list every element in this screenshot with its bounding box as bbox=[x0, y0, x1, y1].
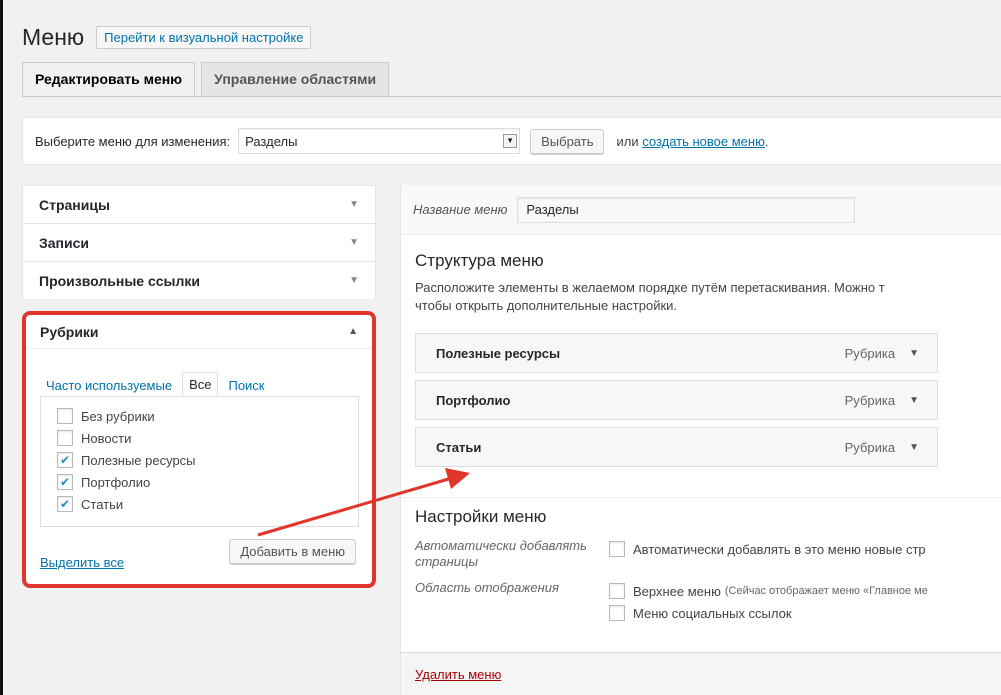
menu-name-label: Название меню bbox=[413, 202, 508, 217]
delete-menu-link[interactable]: Удалить меню bbox=[415, 667, 501, 682]
checkbox[interactable] bbox=[57, 430, 73, 446]
title-row: Меню Перейти к визуальной настройке bbox=[22, 24, 312, 51]
create-menu-link[interactable]: создать новое меню bbox=[642, 134, 765, 149]
menu-name-row: Название меню Разделы bbox=[401, 185, 1001, 235]
chevron-up-icon: ▲ bbox=[348, 326, 358, 337]
tab-search[interactable]: Поиск bbox=[222, 374, 270, 397]
checkbox-checked[interactable]: ✔ bbox=[57, 474, 73, 490]
display-location-label: Область отображения bbox=[415, 580, 559, 595]
menu-select-bar: Выберите меню для изменения: Разделы ▼ В… bbox=[22, 117, 1001, 165]
or-text: или создать новое меню. bbox=[616, 133, 769, 149]
structure-description: Расположите элементы в желаемом порядке … bbox=[415, 280, 885, 313]
list-item[interactable]: Новости bbox=[57, 427, 342, 449]
chevron-down-icon[interactable]: ▼ bbox=[909, 442, 919, 453]
categories-panel: Рубрики ▲ Часто используемые Все Поиск Б… bbox=[22, 311, 376, 588]
accordion-pages[interactable]: Страницы ▼ bbox=[22, 185, 376, 223]
tab-edit-menu[interactable]: Редактировать меню bbox=[22, 62, 196, 97]
list-item[interactable]: ✔ Статьи bbox=[57, 493, 342, 515]
auto-add-label: Автоматически добавлять страницы bbox=[415, 538, 587, 569]
menu-select[interactable]: Разделы ▼ bbox=[238, 128, 521, 154]
categories-tabs: Часто используемые Все Поиск bbox=[40, 372, 271, 397]
chevron-down-icon[interactable]: ▼ bbox=[909, 348, 919, 359]
chevron-down-icon[interactable]: ▼ bbox=[909, 395, 919, 406]
settings-title: Настройки меню bbox=[415, 507, 547, 526]
checkbox[interactable] bbox=[57, 408, 73, 424]
checkbox-checked[interactable]: ✔ bbox=[57, 496, 73, 512]
checkbox[interactable] bbox=[609, 541, 625, 557]
menu-item[interactable]: Статьи Рубрика ▼ bbox=[415, 427, 938, 467]
nav-tabs: Редактировать меню Управление областями bbox=[22, 62, 395, 97]
display-location-row: Область отображения Верхнее меню (Сейчас… bbox=[415, 580, 928, 624]
accordion-posts[interactable]: Записи ▼ bbox=[22, 223, 376, 261]
structure-title: Структура меню bbox=[415, 251, 544, 270]
accordion-categories[interactable]: Рубрики ▲ bbox=[26, 315, 372, 349]
accordion-custom-links[interactable]: Произвольные ссылки ▼ bbox=[22, 261, 376, 299]
checkbox[interactable] bbox=[609, 583, 625, 599]
list-item[interactable]: Без рубрики bbox=[57, 405, 342, 427]
tab-manage-locations[interactable]: Управление областями bbox=[201, 62, 390, 97]
checkbox[interactable] bbox=[609, 605, 625, 621]
checkbox-checked[interactable]: ✔ bbox=[57, 452, 73, 468]
chevron-down-icon: ▼ bbox=[349, 275, 359, 286]
menu-name-input[interactable]: Разделы bbox=[517, 196, 856, 223]
tabs-divider bbox=[22, 96, 1001, 97]
menu-item[interactable]: Портфолио Рубрика ▼ bbox=[415, 380, 938, 420]
frame-left-border bbox=[0, 0, 3, 695]
select-all-link[interactable]: Выделить все bbox=[40, 555, 124, 570]
menu-footer: Удалить меню bbox=[401, 652, 1001, 695]
visual-settings-button[interactable]: Перейти к визуальной настройке bbox=[96, 26, 312, 49]
menu-item[interactable]: Полезные ресурсы Рубрика ▼ bbox=[415, 333, 938, 373]
menu-edit-panel: Название меню Разделы Структура меню Рас… bbox=[400, 185, 1001, 695]
list-item[interactable]: ✔ Полезные ресурсы bbox=[57, 449, 342, 471]
section-divider bbox=[401, 497, 1001, 498]
tab-most-used[interactable]: Часто используемые bbox=[40, 374, 178, 397]
page-title: Меню bbox=[22, 24, 85, 50]
menu-select-value: Разделы bbox=[245, 133, 298, 149]
tab-all[interactable]: Все bbox=[182, 372, 219, 397]
list-item[interactable]: ✔ Портфолио bbox=[57, 471, 342, 493]
select-button[interactable]: Выбрать bbox=[530, 128, 605, 154]
menu-items-sidebar: Страницы ▼ Записи ▼ Произвольные ссылки … bbox=[22, 185, 376, 299]
categories-list: Без рубрики Новости ✔ Полезные ресурсы ✔… bbox=[40, 396, 359, 527]
chevron-down-icon: ▼ bbox=[349, 199, 359, 210]
select-label: Выберите меню для изменения: bbox=[35, 133, 231, 149]
auto-add-row: Автоматически добавлять страницы Автомат… bbox=[415, 538, 926, 569]
chevron-down-icon: ▼ bbox=[349, 237, 359, 248]
chevron-down-icon[interactable]: ▼ bbox=[503, 134, 518, 148]
add-to-menu-button[interactable]: Добавить в меню bbox=[229, 539, 356, 564]
